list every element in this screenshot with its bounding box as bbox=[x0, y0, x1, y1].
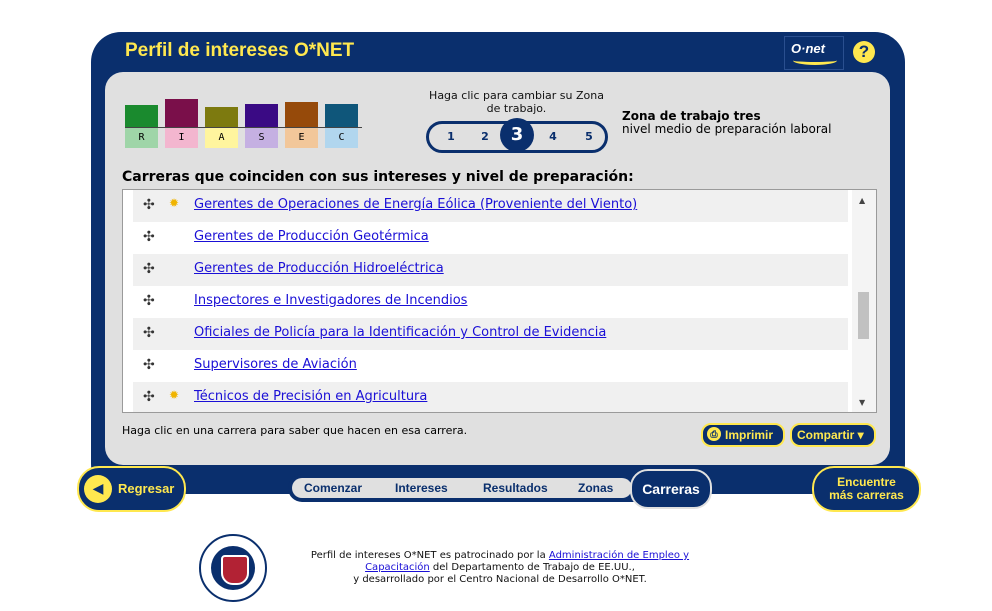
onet-logo[interactable]: O·net bbox=[784, 36, 844, 70]
nav-item-resultados[interactable]: Resultados bbox=[483, 481, 548, 495]
seal-shield bbox=[221, 555, 249, 585]
list-item[interactable]: ✣ Inspectores e Investigadores de Incendi… bbox=[133, 286, 848, 318]
find-more-line2: más carreras bbox=[829, 488, 904, 502]
riasec-bar-c: C bbox=[325, 98, 358, 148]
zone-option-3[interactable]: 3 bbox=[500, 118, 534, 152]
footer-text3: y desarrollado por el Centro Nacional de… bbox=[353, 574, 647, 585]
riasec-label-r: R bbox=[125, 128, 158, 148]
riasec-fill-i bbox=[165, 99, 198, 128]
riasec-label-c: C bbox=[325, 128, 358, 148]
riasec-fill-a bbox=[205, 107, 238, 128]
zone-option-2[interactable]: 2 bbox=[473, 124, 497, 150]
riasec-fill-s bbox=[245, 104, 278, 128]
riasec-label-s: S bbox=[245, 128, 278, 148]
puzzle-icon: ✣ bbox=[143, 389, 155, 405]
footer: Perfil de intereses O*NET es patrocinado… bbox=[310, 550, 690, 586]
seal-inner bbox=[211, 546, 255, 590]
puzzle-icon: ✣ bbox=[143, 357, 155, 373]
help-icon[interactable]: ? bbox=[853, 41, 875, 63]
career-link[interactable]: Gerentes de Producción Hidroeléctrica bbox=[194, 261, 444, 276]
career-link[interactable]: Gerentes de Producción Geotérmica bbox=[194, 229, 429, 244]
share-label: Compartir ▾ bbox=[797, 428, 864, 442]
zone-option-1[interactable]: 1 bbox=[439, 124, 463, 150]
page-title: Perfil de intereses O*NET bbox=[125, 40, 355, 61]
back-arrow-icon: ◀ bbox=[84, 475, 112, 503]
nav-item-zonas[interactable]: Zonas bbox=[578, 481, 613, 495]
career-link[interactable]: Inspectores e Investigadores de Incendio… bbox=[194, 293, 467, 308]
scroll-thumb[interactable] bbox=[858, 292, 869, 339]
riasec-label-i: I bbox=[165, 128, 198, 148]
riasec-bar-i: I bbox=[165, 98, 198, 148]
riasec-label-e: E bbox=[285, 128, 318, 148]
riasec-bar-s: S bbox=[245, 98, 278, 148]
list-item[interactable]: ✣ Gerentes de Producción Hidroeléctrica bbox=[133, 254, 848, 286]
zone-option-5[interactable]: 5 bbox=[577, 124, 601, 150]
list-item[interactable]: ✣ Oficiales de Policía para la Identifica… bbox=[133, 318, 848, 350]
list-item[interactable]: ✣ Gerentes de Producción Geotérmica bbox=[133, 222, 848, 254]
career-rows: ✣ ✹ Gerentes de Operaciones de Energía Eól… bbox=[133, 190, 848, 412]
scroll-up-icon[interactable]: ▲ bbox=[859, 196, 865, 205]
riasec-label-a: A bbox=[205, 128, 238, 148]
career-list: ✣ ✹ Gerentes de Operaciones de Energía Eól… bbox=[122, 189, 877, 413]
job-zone-selector: 12345 bbox=[426, 118, 608, 153]
puzzle-icon: ✣ bbox=[143, 325, 155, 341]
scroll-down-icon[interactable]: ▼ bbox=[859, 398, 865, 407]
puzzle-icon: ✣ bbox=[143, 197, 155, 213]
nav-item-comenzar[interactable]: Comenzar bbox=[304, 481, 362, 495]
footer-text1: Perfil de intereses O*NET es patrocinado… bbox=[310, 550, 549, 561]
career-link[interactable]: Gerentes de Operaciones de Energía Eólic… bbox=[194, 197, 637, 212]
printer-icon: ⎙ bbox=[707, 427, 721, 441]
zone-title: Zona de trabajo tres bbox=[622, 109, 761, 123]
dol-seal-icon bbox=[199, 534, 267, 602]
riasec-bar-r: R bbox=[125, 98, 158, 148]
list-scrollbar[interactable]: ▲ ▼ bbox=[852, 190, 876, 412]
careers-heading: Carreras que coinciden con sus intereses… bbox=[122, 169, 634, 185]
puzzle-icon: ✣ bbox=[143, 229, 155, 245]
career-link[interactable]: Oficiales de Policía para la Identificac… bbox=[194, 325, 606, 340]
back-button[interactable]: ◀ Regresar bbox=[77, 466, 186, 512]
zone-hint: Haga clic para cambiar su Zona de trabaj… bbox=[429, 89, 604, 115]
print-button[interactable]: ⎙ Imprimir bbox=[701, 423, 785, 447]
onet-logo-text: O·net bbox=[791, 41, 825, 56]
riasec-fill-c bbox=[325, 104, 358, 128]
list-item[interactable]: ✣ Supervisores de Aviación bbox=[133, 350, 848, 382]
onet-swoosh-icon bbox=[793, 56, 837, 65]
career-link[interactable]: Técnicos de Precisión en Agricultura bbox=[194, 389, 427, 404]
click-hint: Haga clic en una carrera para saber que … bbox=[122, 424, 468, 437]
bright-outlook-icon: ✹ bbox=[169, 388, 180, 402]
riasec-bar-e: E bbox=[285, 98, 318, 148]
riasec-fill-e bbox=[285, 102, 318, 128]
zone-option-4[interactable]: 4 bbox=[541, 124, 565, 150]
back-label: Regresar bbox=[118, 481, 175, 496]
print-label: Imprimir bbox=[725, 428, 774, 442]
career-link[interactable]: Supervisores de Aviación bbox=[194, 357, 357, 372]
riasec-bar-a: A bbox=[205, 98, 238, 148]
nav-item-carreras[interactable]: Carreras bbox=[630, 469, 712, 509]
zone-description: nivel medio de preparación laboral bbox=[622, 122, 832, 136]
riasec-fill-r bbox=[125, 105, 158, 128]
list-item[interactable]: ✣ ✹ Gerentes de Operaciones de Energía Eól… bbox=[133, 190, 848, 222]
find-more-line1: Encuentre bbox=[837, 475, 896, 489]
bright-outlook-icon: ✹ bbox=[169, 196, 180, 210]
footer-text2: del Departamento de Trabajo de EE.UU., bbox=[429, 562, 635, 573]
find-more-careers-button[interactable]: Encuentre más carreras bbox=[812, 466, 921, 512]
puzzle-icon: ✣ bbox=[143, 293, 155, 309]
puzzle-icon: ✣ bbox=[143, 261, 155, 277]
nav-item-intereses[interactable]: Intereses bbox=[395, 481, 448, 495]
list-item[interactable]: ✣ ✹ Técnicos de Precisión en Agricultura bbox=[133, 382, 848, 412]
riasec-baseline bbox=[125, 127, 362, 128]
share-button[interactable]: Compartir ▾ bbox=[790, 423, 876, 447]
